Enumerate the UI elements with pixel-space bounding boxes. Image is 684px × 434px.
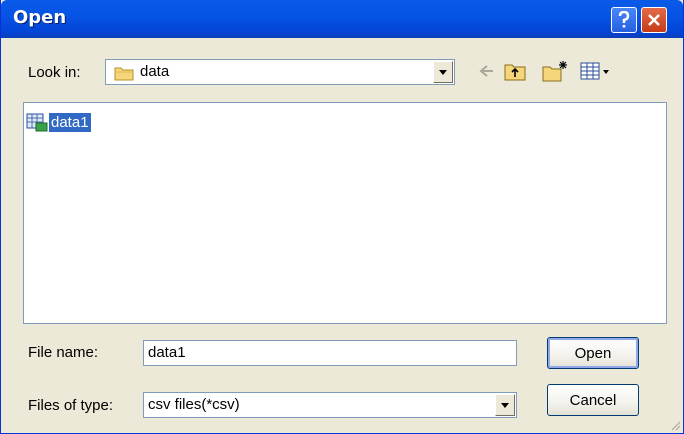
file-item-data1[interactable]: data1 <box>26 111 91 133</box>
dialog-title: Open <box>13 7 67 28</box>
cancel-button[interactable]: Cancel <box>547 384 639 416</box>
file-type-label: Files of type: <box>28 397 114 414</box>
look-in-dropdown[interactable]: data <box>105 59 455 85</box>
back-icon[interactable] <box>473 59 497 83</box>
folder-icon <box>114 67 134 81</box>
close-icon <box>648 14 660 26</box>
file-name-input[interactable]: data1 <box>143 340 517 366</box>
chevron-down-icon <box>439 70 447 75</box>
look-in-dropdown-button[interactable] <box>433 61 453 83</box>
open-button[interactable]: Open <box>547 337 639 369</box>
file-name-label: File name: <box>28 344 99 361</box>
look-in-label: Look in: <box>28 64 81 81</box>
file-type-value: csv files(*csv) <box>148 396 240 413</box>
help-button[interactable] <box>611 7 637 33</box>
look-in-value: data <box>140 63 170 80</box>
file-item-label: data1 <box>49 112 91 132</box>
up-folder-icon[interactable] <box>503 59 527 83</box>
file-type-dropdown-button[interactable] <box>495 394 515 416</box>
question-icon <box>618 11 630 28</box>
file-type-dropdown[interactable]: csv files(*csv) <box>143 392 517 418</box>
resize-grip-icon[interactable] <box>669 419 681 431</box>
open-dialog: Open Look in: data data1 File name: data… <box>0 0 684 434</box>
csv-file-icon <box>26 113 48 132</box>
new-folder-icon[interactable] <box>541 59 569 83</box>
view-menu-icon[interactable] <box>579 59 611 83</box>
look-in-label-text: Look in: <box>28 64 81 81</box>
title-bar[interactable]: Open <box>1 0 683 38</box>
file-list[interactable]: data1 <box>23 102 667 324</box>
chevron-down-icon <box>501 403 509 408</box>
close-button[interactable] <box>641 7 667 33</box>
file-name-value: data1 <box>148 344 186 361</box>
